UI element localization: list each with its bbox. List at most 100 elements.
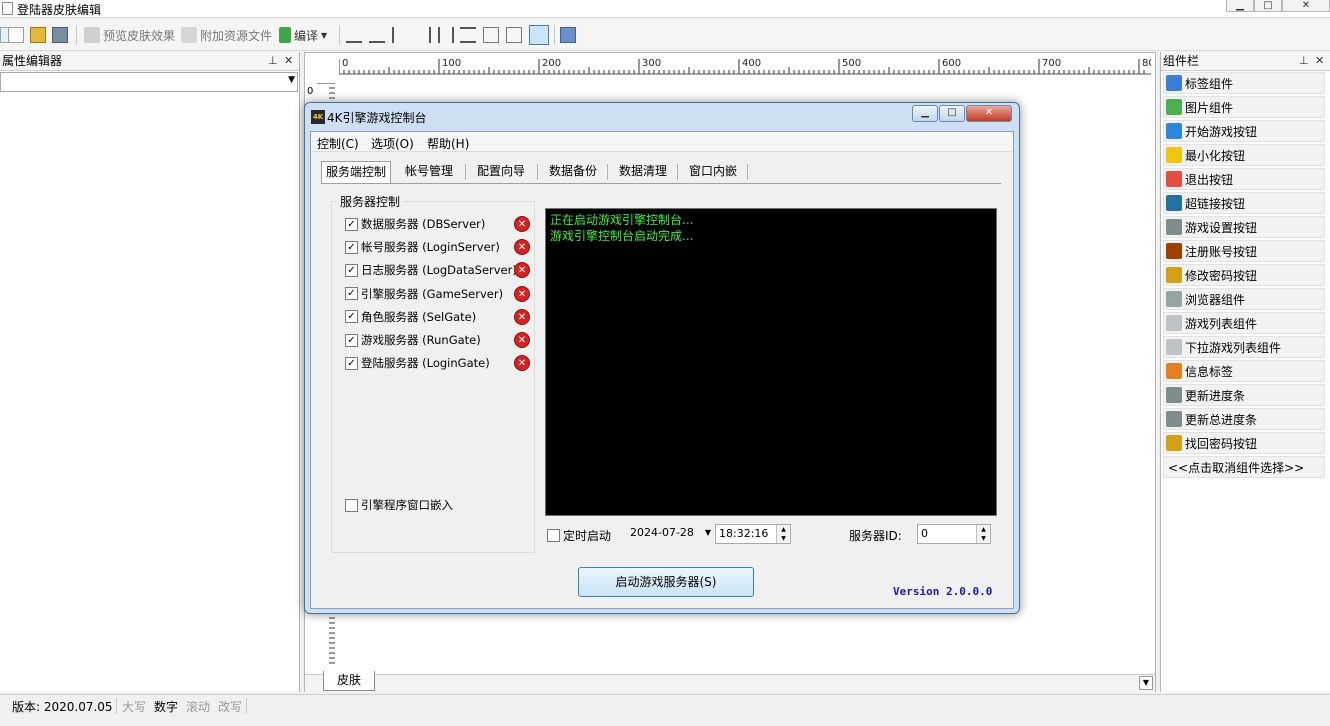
- save-icon[interactable]: [52, 27, 68, 43]
- toolbar: 预览皮肤效果 附加资源文件 编译 ▼: [0, 19, 1330, 51]
- component-item[interactable]: 修改密码按钮: [1163, 264, 1325, 286]
- attach-resource-label: 附加资源文件: [200, 28, 273, 43]
- open-folder-icon[interactable]: [30, 27, 46, 43]
- component-icon: [1166, 339, 1182, 355]
- tab-server-control[interactable]: 服务端控制: [321, 161, 391, 183]
- component-item[interactable]: 注册账号按钮: [1163, 240, 1325, 262]
- console-output: 正在启动游戏引擎控制台... 游戏引擎控制台启动完成...: [545, 208, 997, 516]
- component-label: 下拉游戏列表组件: [1185, 340, 1282, 355]
- ruler-label: 700: [1042, 58, 1061, 69]
- server-label: 帐号服务器 (LoginServer): [361, 240, 500, 255]
- component-item[interactable]: 浏览器组件: [1163, 288, 1325, 310]
- minimize-button[interactable]: ▁: [1226, 0, 1254, 12]
- component-label: 游戏设置按钮: [1185, 220, 1258, 235]
- stop-server-icon[interactable]: ✕: [514, 285, 530, 302]
- pin-icon[interactable]: ⊥: [268, 52, 278, 70]
- stop-server-icon[interactable]: ✕: [514, 308, 530, 325]
- stop-server-icon[interactable]: ✕: [514, 332, 530, 348]
- app-icon: [2, 2, 13, 15]
- component-label: 图片组件: [1185, 100, 1234, 115]
- component-item[interactable]: 标签组件: [1163, 72, 1325, 94]
- server-checkbox[interactable]: ✓ 日志服务器 (LogDataServer): [345, 261, 525, 279]
- component-label: 最小化按钮: [1185, 148, 1246, 163]
- stop-server-icon[interactable]: ✕: [514, 216, 530, 232]
- menu-help[interactable]: 帮助(H): [427, 135, 469, 152]
- component-icon: [1166, 195, 1182, 211]
- dialog-minimize-button[interactable]: ▁: [912, 105, 938, 122]
- component-item[interactable]: 图片组件: [1163, 96, 1325, 118]
- grid-snap-icon[interactable]: [529, 25, 549, 45]
- component-icon: [1166, 267, 1182, 283]
- component-label: 游戏列表组件: [1185, 316, 1258, 331]
- component-item[interactable]: 游戏设置按钮: [1163, 216, 1325, 238]
- spin-arrows-icon[interactable]: ▲ ▼: [976, 525, 990, 543]
- tab-data-backup[interactable]: 数据备份: [543, 161, 603, 183]
- attach-resource-button[interactable]: 附加资源文件: [181, 24, 272, 46]
- component-item[interactable]: 开始游戏按钮: [1163, 120, 1325, 142]
- server-checkbox[interactable]: ✓ 角色服务器 (SelGate): [345, 308, 525, 326]
- component-item[interactable]: 下拉游戏列表组件: [1163, 336, 1325, 358]
- preview-skin-button[interactable]: 预览皮肤效果: [84, 24, 175, 46]
- component-item[interactable]: 更新进度条: [1163, 384, 1325, 406]
- component-item[interactable]: 信息标签: [1163, 360, 1325, 382]
- cancel-component-selection[interactable]: <<点击取消组件选择>>: [1163, 456, 1325, 478]
- pin-icon[interactable]: ⊥: [1299, 52, 1309, 70]
- component-item[interactable]: 更新总进度条: [1163, 408, 1325, 430]
- ruler-label: 100: [442, 58, 461, 69]
- blank-page-icon[interactable]: [8, 27, 24, 43]
- start-game-server-button[interactable]: 启动游戏服务器(S): [578, 567, 754, 597]
- same-height-icon[interactable]: [506, 27, 522, 43]
- component-icon: [1166, 75, 1182, 91]
- dialog-close-button[interactable]: ✕: [966, 105, 1012, 122]
- layout-icon[interactable]: [560, 27, 576, 43]
- component-item[interactable]: 超链接按钮: [1163, 192, 1325, 214]
- chevron-down-icon: ▼: [321, 30, 328, 40]
- component-item[interactable]: 游戏列表组件: [1163, 312, 1325, 334]
- align-center-h-icon[interactable]: [438, 27, 454, 43]
- property-editor-panel: 属性编辑器 ⊥ ✕ ▼: [0, 52, 300, 692]
- close-button[interactable]: ✕: [1282, 0, 1330, 12]
- tab-window-embed[interactable]: 窗口内嵌: [683, 161, 743, 183]
- align-top-icon[interactable]: [346, 27, 362, 43]
- align-left-icon[interactable]: [392, 27, 408, 43]
- maximize-button[interactable]: □: [1254, 0, 1282, 12]
- close-icon[interactable]: ✕: [284, 52, 293, 70]
- chevron-down-icon[interactable]: ▼: [1139, 676, 1153, 690]
- menu-control[interactable]: 控制(C): [317, 135, 359, 152]
- server-id-input[interactable]: 0 ▲ ▼: [917, 524, 991, 544]
- dialog-maximize-button[interactable]: □: [939, 105, 965, 122]
- server-checkbox[interactable]: ✓ 引擎服务器 (GameServer): [345, 285, 525, 303]
- date-picker[interactable]: 2024-07-28 ▼: [627, 524, 713, 544]
- component-label: 浏览器组件: [1185, 292, 1246, 307]
- ruler-label: 0: [342, 58, 348, 69]
- component-icon: [1166, 147, 1182, 163]
- time-picker[interactable]: 18:32:16 ▲ ▼: [715, 524, 791, 544]
- close-icon[interactable]: ✕: [1315, 52, 1324, 70]
- component-item[interactable]: 退出按钮: [1163, 168, 1325, 190]
- server-checkbox[interactable]: ✓ 数据服务器 (DBServer): [345, 215, 525, 233]
- tab-data-cleanup[interactable]: 数据清理: [613, 161, 673, 183]
- align-bottom-icon[interactable]: [369, 27, 385, 43]
- compile-button[interactable]: 编译 ▼: [279, 24, 327, 46]
- checkbox-box: ✓: [345, 263, 358, 277]
- same-width-icon[interactable]: [483, 27, 499, 43]
- server-label: 角色服务器 (SelGate): [361, 309, 477, 324]
- tab-account-management[interactable]: 帐号管理: [399, 161, 459, 183]
- tab-skin[interactable]: 皮肤: [323, 671, 375, 691]
- tab-config-wizard[interactable]: 配置向导: [471, 161, 531, 183]
- server-label: 登陆服务器 (LoginGate): [361, 356, 490, 371]
- timed-start-checkbox[interactable]: 定时启动: [547, 527, 611, 544]
- server-checkbox[interactable]: ✓ 登陆服务器 (LoginGate): [345, 354, 525, 372]
- menu-options[interactable]: 选项(O): [371, 135, 414, 152]
- component-item[interactable]: 找回密码按钮: [1163, 432, 1325, 454]
- align-center-v-icon[interactable]: [460, 27, 476, 43]
- game-console-dialog[interactable]: 4K 4K引擎游戏控制台 ▁ □ ✕ 控制(C) 选项(O) 帮助(H) 服务端…: [304, 102, 1020, 614]
- align-right-icon[interactable]: [415, 27, 431, 43]
- server-checkbox[interactable]: ✓ 帐号服务器 (LoginServer): [345, 238, 525, 256]
- embed-window-checkbox[interactable]: 引擎程序窗口嵌入: [345, 496, 525, 514]
- spin-arrows-icon[interactable]: ▲ ▼: [776, 525, 790, 543]
- server-checkbox[interactable]: ✓ 游戏服务器 (RunGate): [345, 331, 525, 349]
- component-item[interactable]: 最小化按钮: [1163, 144, 1325, 166]
- object-selector-dropdown[interactable]: ▼: [0, 72, 298, 92]
- horizontal-scrollbar[interactable]: ▼: [305, 674, 1155, 692]
